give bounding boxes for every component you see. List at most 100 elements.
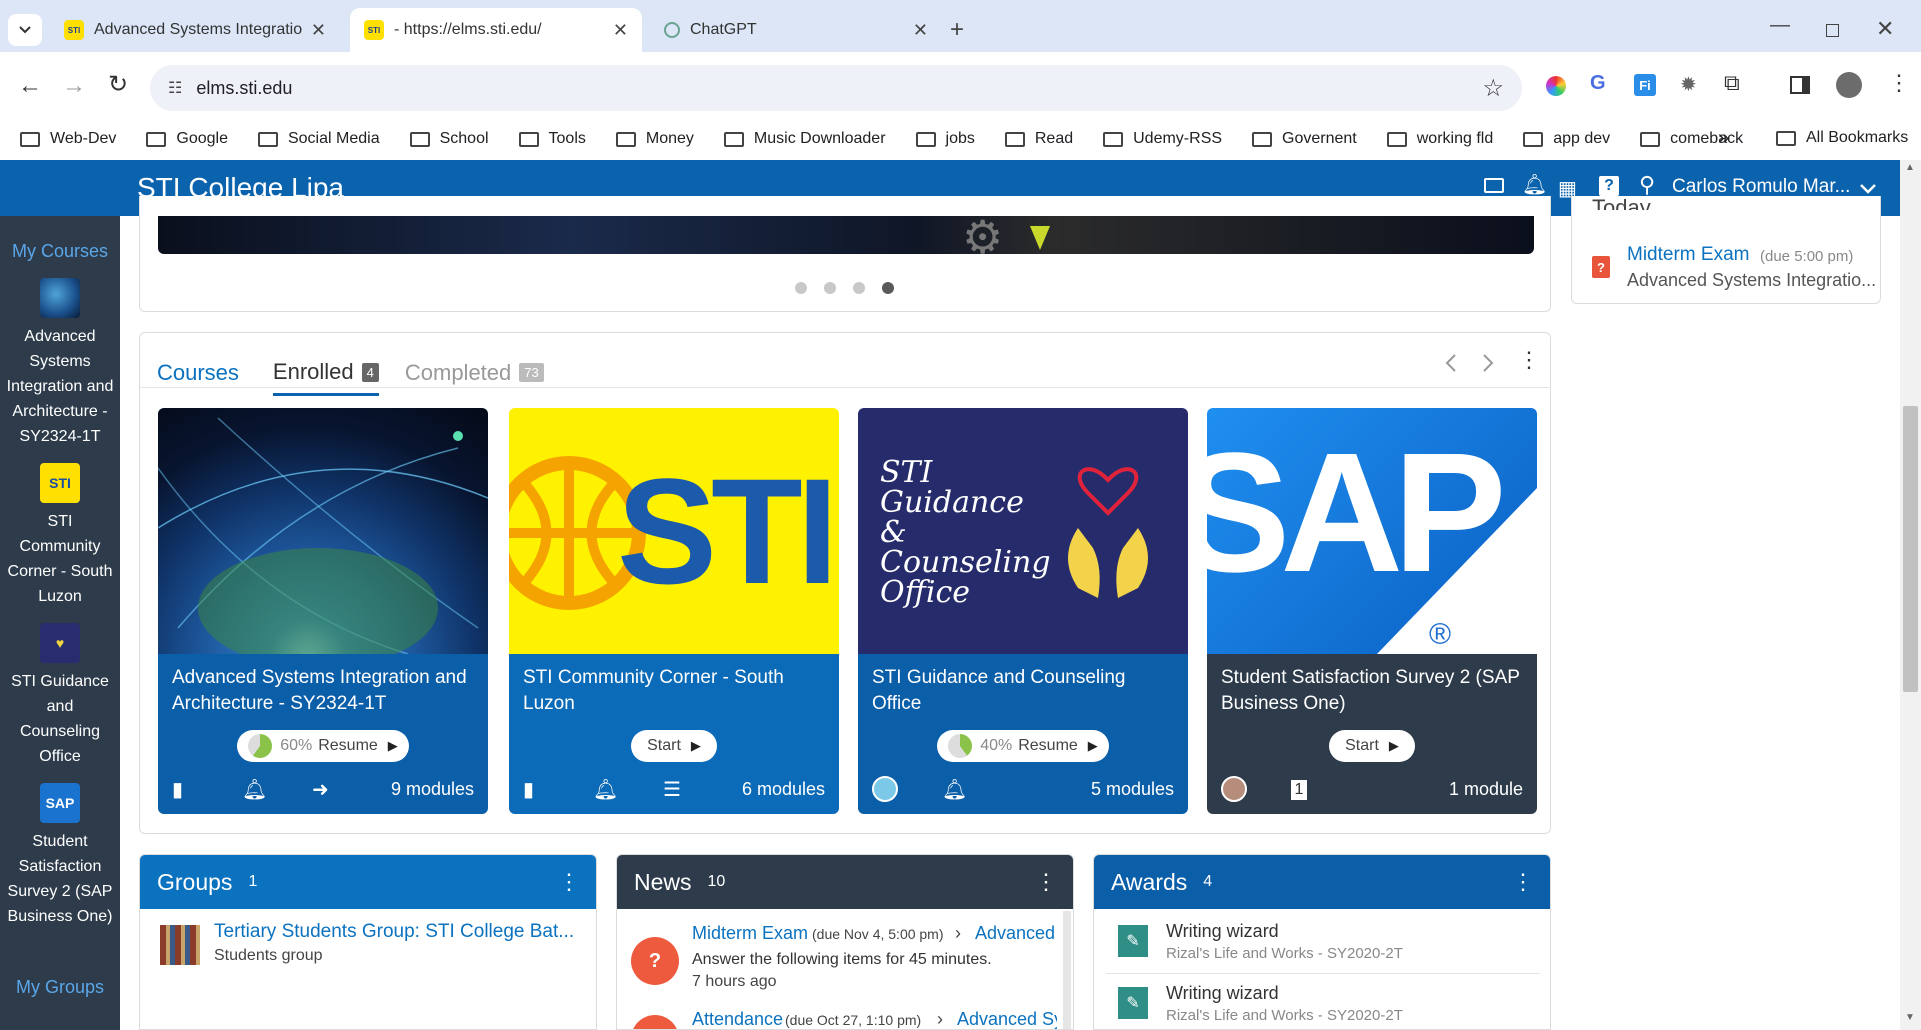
bookmark-item[interactable]: Read — [1004, 130, 1073, 148]
bookmark-item[interactable]: Web-Dev — [20, 130, 116, 148]
news-menu-icon[interactable]: ⋮ — [1035, 869, 1057, 895]
course-card-advanced-systems[interactable]: Advanced Systems Integration and Archite… — [158, 408, 488, 814]
course-card-sap-survey[interactable]: SAP ® Student Satisfaction Survey 2 (SAP… — [1207, 408, 1537, 814]
profile-avatar[interactable] — [1836, 72, 1862, 98]
awards-menu-icon[interactable]: ⋮ — [1512, 869, 1534, 895]
news-item-title[interactable]: Attendance — [692, 1009, 783, 1029]
sidebar-my-groups[interactable]: My Groups — [0, 977, 120, 998]
notification-bell-icon[interactable]: 🔔︎ — [1522, 172, 1547, 197]
forward-button[interactable]: → — [62, 72, 86, 100]
award-title[interactable]: Writing wizard — [1166, 983, 1279, 1004]
sidebar-heading[interactable]: My Courses — [0, 241, 120, 262]
carousel-dot[interactable] — [795, 282, 807, 294]
bookmark-item[interactable]: Google — [146, 130, 228, 148]
carousel-dot-active[interactable] — [882, 282, 894, 294]
chevron-left-icon[interactable] — [1445, 353, 1457, 373]
list-icon[interactable]: ☰ — [663, 777, 681, 802]
back-button[interactable]: ← — [18, 72, 42, 100]
tab-advanced-systems[interactable]: STI Advanced Systems Integration ✕ — [50, 8, 340, 52]
sidebar-item-advanced-systems[interactable]: Advanced Systems Integration and Archite… — [0, 272, 120, 453]
todo-item-title[interactable]: Midterm Exam — [1627, 244, 1749, 266]
bookmark-item[interactable]: Money — [615, 130, 694, 148]
document-icon[interactable]: ▮ — [172, 777, 183, 802]
new-tab-button[interactable]: + — [950, 16, 964, 44]
carousel-dot[interactable] — [824, 282, 836, 294]
sidebar-item-guidance[interactable]: ♥ STI Guidance and Counseling Office — [0, 619, 120, 773]
bookmark-star-icon[interactable]: ☆ — [1482, 74, 1504, 103]
courses-menu-icon[interactable]: ⋮ — [1518, 347, 1540, 373]
group-item-title[interactable]: Tertiary Students Group: STI College Bat… — [214, 921, 574, 943]
close-tab-icon[interactable]: ✕ — [913, 20, 928, 41]
bookmark-item[interactable]: School — [409, 130, 489, 148]
bookmark-item[interactable]: working fld — [1386, 130, 1493, 148]
award-title[interactable]: Writing wizard — [1166, 921, 1279, 942]
side-panel-icon[interactable] — [1790, 76, 1810, 94]
bookmark-item[interactable]: Music Downloader — [723, 130, 886, 148]
bookmark-item[interactable]: jobs — [915, 130, 975, 148]
tab-search-button[interactable] — [8, 14, 42, 46]
user-menu[interactable]: Carlos Romulo Mar... — [1672, 176, 1850, 198]
tab-chatgpt[interactable]: ChatGPT ✕ — [650, 8, 942, 52]
carousel-dot[interactable] — [853, 282, 865, 294]
news-item-course[interactable]: Advanced Sys — [957, 1009, 1057, 1029]
groups-menu-icon[interactable]: ⋮ — [558, 869, 580, 895]
mail-icon[interactable] — [1484, 178, 1504, 193]
arrow-right-icon[interactable]: ➜ — [312, 777, 329, 802]
tab-completed[interactable]: Completed 73 — [405, 360, 544, 386]
news-title[interactable]: News — [634, 869, 692, 896]
awards-title[interactable]: Awards — [1111, 869, 1187, 896]
instructor-avatar[interactable] — [1221, 776, 1247, 802]
chevron-right-icon[interactable] — [1482, 353, 1494, 373]
reload-button[interactable]: ↻ — [108, 70, 128, 99]
color-extension-icon[interactable] — [1546, 76, 1566, 96]
course-title[interactable]: STI Guidance and Counseling Office — [872, 665, 1172, 717]
document-icon[interactable]: ▮ — [523, 777, 534, 802]
close-window-button[interactable]: ✕ — [1876, 16, 1894, 42]
browser-menu-icon[interactable]: ⋮ — [1888, 70, 1910, 96]
minimize-button[interactable]: — — [1770, 14, 1790, 37]
notification-bell-icon[interactable]: 🔔︎ — [942, 777, 967, 802]
restore-button[interactable] — [1826, 24, 1839, 37]
tab-enrolled[interactable]: Enrolled 4 — [272, 359, 379, 396]
start-button[interactable]: Start ▶ — [631, 730, 717, 762]
site-info-icon[interactable]: ☷ — [168, 78, 182, 98]
notification-bell-icon[interactable]: 🔔︎ — [593, 777, 618, 802]
bookmark-item[interactable]: Social Media — [257, 130, 380, 148]
scroll-thumb[interactable] — [1903, 406, 1918, 692]
news-item-course[interactable]: Advanced S — [975, 923, 1055, 944]
tab-courses[interactable]: Courses — [157, 360, 239, 386]
banner-image[interactable] — [158, 216, 1534, 254]
tab-elms[interactable]: STI - https://elms.sti.edu/ ✕ — [350, 8, 642, 52]
bookmark-item[interactable]: app dev — [1523, 130, 1610, 148]
bookmark-item[interactable]: Tools — [518, 130, 586, 148]
page-count-icon[interactable]: 1 — [1291, 780, 1307, 800]
chevron-down-icon[interactable] — [1860, 184, 1876, 194]
scroll-down-arrow[interactable]: ▼ — [1905, 1012, 1915, 1023]
instructor-avatar[interactable] — [872, 776, 898, 802]
close-tab-icon[interactable]: ✕ — [613, 20, 628, 41]
bug-extension-icon[interactable]: ✹ — [1680, 72, 1697, 97]
address-bar[interactable]: ☷ elms.sti.edu ☆ — [150, 65, 1522, 111]
course-title[interactable]: STI Community Corner - South Luzon — [523, 665, 823, 717]
more-bookmarks-button[interactable]: » — [1718, 127, 1729, 150]
bookmark-item[interactable]: Governent — [1252, 130, 1357, 148]
scroll-up-arrow[interactable]: ▲ — [1905, 162, 1915, 173]
news-scrollbar[interactable] — [1063, 911, 1071, 1029]
groups-title[interactable]: Groups — [157, 869, 232, 896]
page-scrollbar[interactable]: ▲ ▼ — [1900, 160, 1921, 1030]
course-card-community-corner[interactable]: STI STI Community Corner - South Luzon S… — [509, 408, 839, 814]
resume-button[interactable]: 60% Resume ▶ — [237, 730, 409, 762]
grammarly-extension-icon[interactable]: G — [1590, 72, 1606, 95]
sidebar-item-community-corner[interactable]: STI STI Community Corner - South Luzon — [0, 459, 120, 613]
course-card-guidance[interactable]: STI Guidance & Counseling Office STI Gui… — [858, 408, 1188, 814]
course-title[interactable]: Student Satisfaction Survey 2 (SAP Busin… — [1221, 665, 1521, 717]
sidebar-item-sap-survey[interactable]: SAP Student Satisfaction Survey 2 (SAP B… — [0, 779, 120, 933]
course-title[interactable]: Advanced Systems Integration and Archite… — [172, 665, 472, 717]
close-tab-icon[interactable]: ✕ — [311, 20, 326, 41]
start-button[interactable]: Start ▶ — [1329, 730, 1415, 762]
all-bookmarks[interactable]: All Bookmarks — [1776, 129, 1908, 147]
bookmark-item[interactable]: Udemy-RSS — [1103, 130, 1222, 148]
fi-extension-icon[interactable]: Fi — [1634, 74, 1656, 96]
notification-bell-icon[interactable]: 🔔︎ — [242, 777, 267, 802]
resume-button[interactable]: 40% Resume ▶ — [937, 730, 1109, 762]
